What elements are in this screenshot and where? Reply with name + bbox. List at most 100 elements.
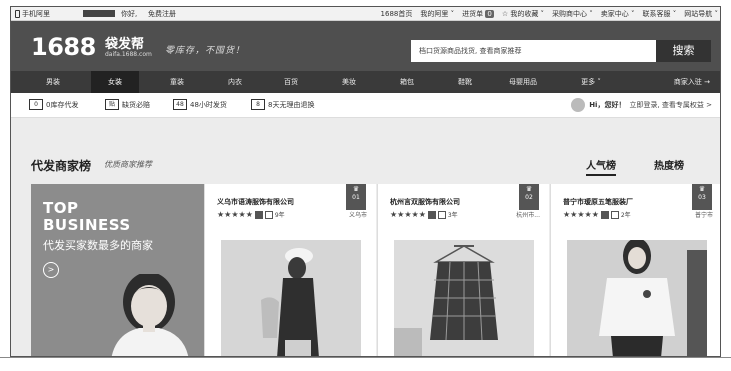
certificate-icon [610, 210, 619, 219]
nav-item-kids[interactable]: 童装 [153, 71, 201, 93]
top-links: 1688首页 我的阿里 ˅ 进货单 0 ☆ 我的收藏 ˅ 采购商中心 ˅ 卖家中… [381, 9, 718, 19]
product-photo[interactable] [221, 240, 361, 357]
register-link[interactable]: 免费注册 [148, 9, 176, 19]
service-label: 8天无理由退换 [268, 100, 315, 109]
years-in-business: 3年 [447, 212, 458, 219]
nav-item-bags[interactable]: 箱包 [383, 71, 431, 93]
tab-popular[interactable]: 人气榜 [586, 157, 616, 176]
brand-url: daifa.1688.com [105, 51, 152, 58]
cart-count-badge: 0 [485, 10, 494, 18]
nav-item-beauty[interactable]: 美妆 [325, 71, 373, 93]
top-link-buyer-center[interactable]: 采购商中心 ˅ [552, 9, 593, 19]
search-placeholder: 档口货源商品找货, 查看商家推荐 [419, 47, 522, 55]
merchant-card[interactable]: 杭州言双服饰有限公司 ♛ 02 ★★★★★ 3年 杭州市... [377, 184, 549, 357]
merchant-name[interactable]: 普宁市瑷原五笔服装厂 [563, 197, 633, 207]
merchant-card[interactable]: 义乌市语涛服饰有限公司 ♛ 01 ★★★★★ 9年 义乌市 [204, 184, 376, 357]
years-in-business: 2年 [620, 212, 631, 219]
category-nav: 男装 女装 童装 内衣 百货 美妆 箱包 鞋靴 母婴用品 更多 ˅ 商家入驻 → [11, 71, 720, 93]
rating-stars: ★★★★★ [563, 210, 599, 219]
merchant-card[interactable]: 普宁市瑷原五笔服装厂 ♛ 03 ★★★★★ 2年 普宁市 [550, 184, 720, 357]
verified-icon [427, 210, 436, 219]
mobile-alibaba-link[interactable]: 手机阿里 [15, 9, 50, 19]
product-photo[interactable] [394, 240, 534, 357]
rank-badge: ♛ 01 [346, 184, 366, 210]
top-business-banner[interactable]: TOP BUSINESS 代发买家数最多的商家 > [31, 184, 204, 356]
nav-item-shoes[interactable]: 鞋靴 [441, 71, 489, 93]
merchant-city: 义乌市 [348, 212, 367, 219]
favorites-label: 我的收藏 ˅ [510, 10, 545, 18]
service-strip: 0 0库存代发 贴 缺货必赔 48 48小时发货 8 8天无理由退换 Hi，您好… [11, 93, 720, 118]
rank-badge: ♛ 03 [692, 184, 712, 210]
product-photo[interactable] [567, 240, 707, 357]
compensation-icon: 贴 [105, 99, 119, 110]
search-input[interactable]: 档口货源商品找货, 查看商家推荐 [411, 40, 656, 62]
site-header: 1688 袋发帮 daifa.1688.com 零库存，不囤货！ 档口货源商品找… [11, 21, 720, 71]
crown-icon: ♛ [698, 185, 706, 193]
banner-line-business: BUSINESS [43, 216, 131, 234]
model-photo [111, 274, 189, 356]
nav-item-more[interactable]: 更多 ˅ [561, 71, 621, 93]
certificate-icon [264, 210, 273, 219]
page-frame: 手机阿里 你好, 免费注册 1688首页 我的阿里 ˅ 进货单 0 ☆ 我的收藏… [10, 6, 721, 357]
years-in-business: 9年 [274, 212, 285, 219]
avatar[interactable] [571, 98, 586, 112]
greeting-text: Hi，您好！ [589, 101, 626, 109]
nav-item-general[interactable]: 百货 [267, 71, 315, 93]
rating-stars: ★★★★★ [390, 210, 426, 219]
phone-icon [15, 10, 20, 18]
shipping-48h-icon: 48 [173, 99, 187, 110]
merchant-name[interactable]: 杭州言双服饰有限公司 [390, 197, 460, 207]
section-title: 代发商家榜 [31, 159, 92, 173]
zero-stock-icon: 0 [29, 99, 43, 110]
service-8day-return: 8 8天无理由退换 [251, 99, 314, 110]
rank-number: 03 [698, 194, 706, 201]
section-subtitle: 优质商家推荐 [104, 160, 152, 169]
top-link-cart[interactable]: 进货单 0 [462, 9, 494, 19]
return-8day-icon: 8 [251, 99, 265, 110]
mobile-label: 手机阿里 [22, 10, 50, 18]
crown-icon: ♛ [352, 185, 360, 193]
cart-label: 进货单 [462, 10, 484, 18]
top-link-sitemap[interactable]: 网站导航 ˅ [684, 9, 718, 19]
username-redacted [83, 10, 115, 17]
slogan: 零库存，不囤货！ [165, 46, 246, 56]
rank-number: 02 [525, 194, 533, 201]
service-label: 48小时发货 [190, 100, 227, 109]
divider [0, 357, 731, 358]
service-zero-stock: 0 0库存代发 [29, 99, 78, 110]
merchant-meta: ★★★★★ 9年 义乌市 [217, 210, 367, 219]
service-48h-shipping: 48 48小时发货 [173, 99, 227, 110]
nav-item-womenswear[interactable]: 女装 [91, 71, 139, 93]
merchant-entry-link[interactable]: 商家入驻 → [674, 71, 710, 93]
service-compensation: 贴 缺货必赔 [105, 99, 150, 110]
search-button[interactable]: 搜索 [656, 40, 711, 62]
nav-item-underwear[interactable]: 内衣 [211, 71, 259, 93]
nav-item-baby[interactable]: 母婴用品 [499, 71, 547, 93]
top-link-home[interactable]: 1688首页 [381, 9, 413, 19]
service-label: 缺货必赔 [122, 100, 150, 109]
rank-badge: ♛ 02 [519, 184, 539, 210]
merchant-city: 普宁市 [694, 212, 713, 219]
arrow-right-icon[interactable]: > [43, 262, 59, 278]
nav-item-menswear[interactable]: 男装 [29, 71, 77, 93]
top-link-favorites[interactable]: ☆ 我的收藏 ˅ [502, 9, 544, 19]
login-link[interactable]: 立即登录, 查看专属权益 > [629, 100, 712, 110]
hello-text: 你好, [121, 10, 138, 18]
top-link-seller-center[interactable]: 卖家中心 ˅ [601, 9, 635, 19]
logo-1688[interactable]: 1688 [31, 33, 96, 61]
tab-hot[interactable]: 热度榜 [654, 157, 684, 172]
banner-line-top: TOP [43, 199, 79, 217]
user-greeting: Hi，您好！ 立即登录, 查看专属权益 > [571, 98, 712, 112]
rank-number: 01 [352, 194, 360, 201]
top-link-my-ali[interactable]: 我的阿里 ˅ [420, 9, 454, 19]
banner-description: 代发买家数最多的商家 [43, 239, 153, 252]
merchant-name[interactable]: 义乌市语涛服饰有限公司 [217, 197, 294, 207]
certificate-icon [437, 210, 446, 219]
service-label: 0库存代发 [46, 100, 79, 109]
merchant-meta: ★★★★★ 2年 普宁市 [563, 210, 713, 219]
rating-stars: ★★★★★ [217, 210, 253, 219]
top-link-service[interactable]: 联系客服 ˅ [643, 9, 677, 19]
top-utility-bar: 手机阿里 你好, 免费注册 1688首页 我的阿里 ˅ 进货单 0 ☆ 我的收藏… [11, 7, 720, 21]
brand-name: 袋发帮 [105, 37, 145, 52]
verified-icon [600, 210, 609, 219]
